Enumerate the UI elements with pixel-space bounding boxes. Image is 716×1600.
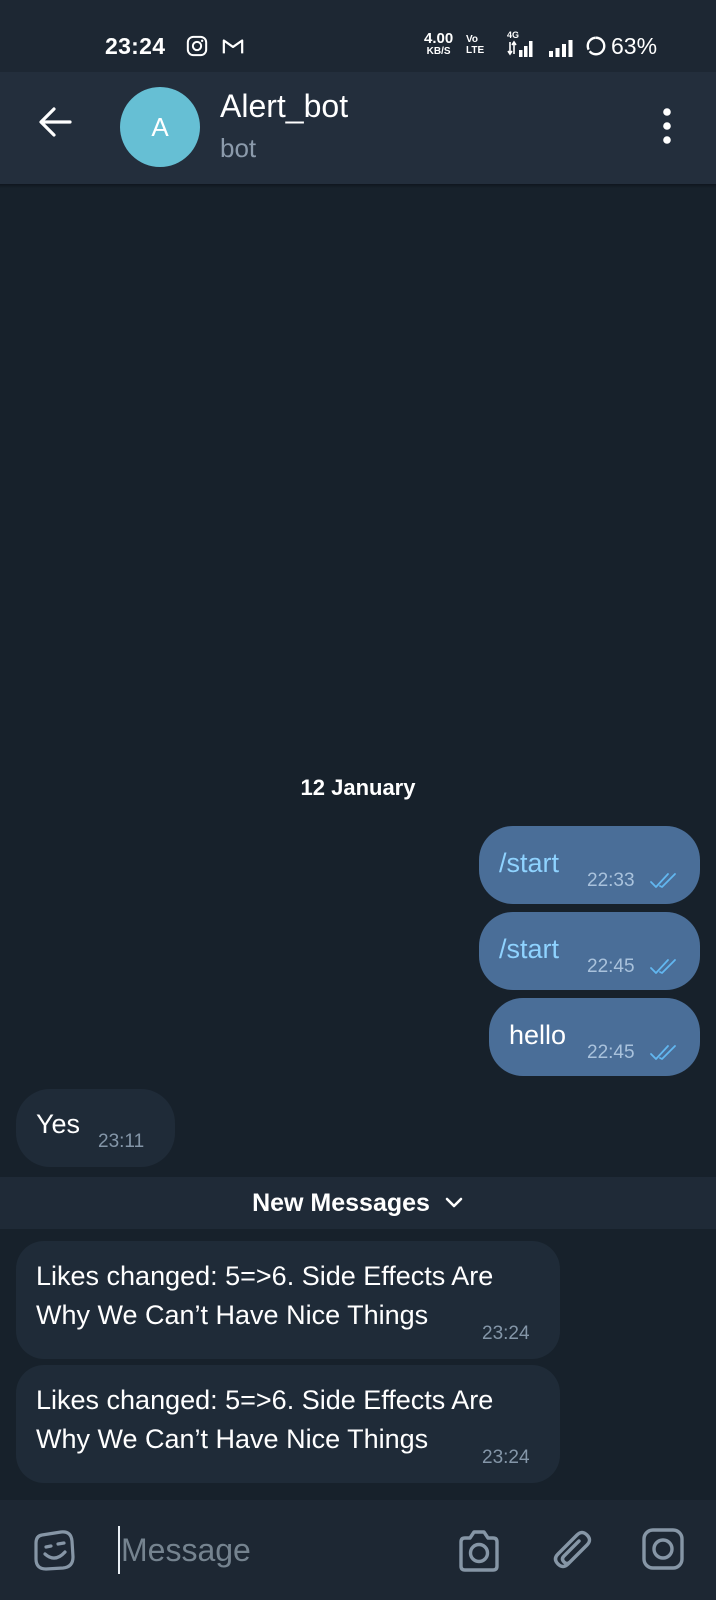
message-time: 22:33: [587, 870, 635, 891]
message-text: Yes: [36, 1109, 81, 1139]
volte-top: Vo: [466, 34, 479, 45]
status-time: 23:24: [105, 33, 166, 59]
message-text[interactable]: /start: [499, 934, 559, 965]
emoji-icon[interactable]: [31, 1527, 77, 1573]
double-check-icon: [650, 1045, 676, 1060]
message-line-1: Likes changed: 5=>6. Side Effects Are: [36, 1261, 494, 1291]
avatar[interactable]: A: [120, 87, 200, 167]
gmail-icon: [222, 39, 244, 54]
message-time: 23:24: [482, 1323, 530, 1344]
signal-icon-2: [549, 40, 573, 57]
message-input[interactable]: [121, 1530, 421, 1570]
chat-subtitle: bot: [220, 133, 257, 163]
volte-bottom: LTE: [466, 45, 485, 56]
incoming-message[interactable]: Yes 23:11: [16, 1089, 175, 1167]
avatar-letter: A: [151, 111, 169, 142]
new-messages-divider[interactable]: New Messages: [0, 1177, 716, 1229]
status-bar: 23:24 4.00 KB/S Vo LTE 4G 63%: [0, 0, 716, 72]
outgoing-message[interactable]: /start 22:33: [479, 826, 700, 904]
message-line-2: Why We Can’t Have Nice Things: [36, 1300, 429, 1330]
text-cursor: [118, 1526, 120, 1574]
paperclip-icon[interactable]: [551, 1525, 595, 1575]
incoming-message[interactable]: Likes changed: 5=>6. Side Effects Are Wh…: [16, 1241, 560, 1359]
new-messages-label: New Messages: [252, 1188, 430, 1217]
message-text[interactable]: /start: [499, 848, 559, 879]
double-check-icon: [650, 873, 676, 888]
double-check-icon: [650, 959, 676, 974]
header-shadow: [0, 184, 716, 188]
network-speed-unit: KB/S: [426, 46, 451, 57]
message-time: 22:45: [587, 956, 635, 977]
outgoing-message[interactable]: hello 22:45: [489, 998, 700, 1076]
message-input-bar: [0, 1500, 716, 1600]
date-separator: 12 January: [300, 775, 416, 800]
instagram-icon: [186, 35, 208, 57]
battery-icon: [586, 36, 606, 56]
volte-indicator: Vo LTE: [466, 34, 484, 56]
message-time: 22:45: [587, 1042, 635, 1063]
incoming-message[interactable]: Likes changed: 5=>6. Side Effects Are Wh…: [16, 1365, 560, 1483]
camera-icon[interactable]: [455, 1528, 503, 1574]
message-time: 23:24: [482, 1447, 530, 1468]
message-text: hello: [509, 1020, 567, 1050]
signal-icon: [507, 40, 533, 57]
chat-title[interactable]: Alert_bot: [220, 88, 348, 125]
more-vertical-icon: [663, 108, 671, 144]
chevron-down-icon: [445, 1197, 463, 1208]
message-line-2: Why We Can’t Have Nice Things: [36, 1424, 429, 1454]
arrow-left-icon: [39, 107, 72, 137]
back-button[interactable]: [32, 98, 80, 146]
more-options-button[interactable]: [650, 102, 684, 150]
message-time: 23:11: [98, 1131, 145, 1152]
network-speed: 4.00 KB/S: [424, 31, 453, 58]
battery-percent: 63%: [611, 33, 658, 59]
video-message-icon[interactable]: [640, 1526, 686, 1572]
message-line-1: Likes changed: 5=>6. Side Effects Are: [36, 1385, 494, 1415]
chat-header: A Alert_bot bot: [0, 72, 716, 184]
outgoing-message[interactable]: /start 22:45: [479, 912, 700, 990]
